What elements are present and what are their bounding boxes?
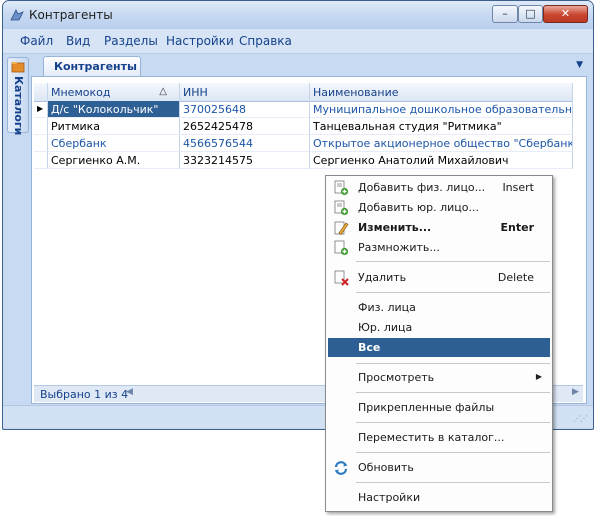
catalogs-label: Каталоги (12, 76, 25, 136)
menu-bar: Файл Вид Разделы Настройки Справка (3, 29, 593, 54)
menu-item-settings[interactable]: Настройки (328, 488, 550, 507)
menu-item-label: Физ. лица (358, 301, 416, 314)
row-indicator-cell (34, 152, 48, 169)
header-indicator-cell (34, 83, 48, 101)
menu-item-label: Юр. лица (358, 321, 413, 334)
menu-separator (356, 422, 550, 423)
menu-item-label: Добавить юр. лицо... (358, 201, 479, 214)
menu-item-edit[interactable]: Изменить... Enter (328, 218, 550, 237)
scroll-left-icon[interactable]: ◀ (126, 387, 133, 397)
duplicate-icon (334, 240, 349, 256)
app-icon (10, 9, 24, 21)
menu-item-label: Просмотреть (358, 371, 435, 384)
cell-mnemocode[interactable]: Ритмика (48, 118, 180, 135)
menu-item-label: Добавить физ. лицо... (358, 181, 486, 194)
menu-item-shortcut: Insert (502, 181, 534, 194)
table-row[interactable]: Ритмика 2652425478 Танцевальная студия "… (34, 118, 573, 135)
row-indicator-cell (34, 135, 48, 152)
context-menu: Добавить физ. лицо... Insert Добавить юр… (325, 175, 553, 512)
menu-file[interactable]: Файл (20, 34, 53, 48)
cell-inn[interactable]: 3323214575 (180, 152, 310, 169)
menu-item-attached-files[interactable]: Прикрепленные файлы (328, 398, 550, 417)
menu-item-duplicate[interactable]: Размножить... (328, 238, 550, 257)
selection-count: Выбрано 1 из 4 (40, 388, 129, 401)
menu-separator (356, 292, 550, 293)
menu-separator (356, 261, 550, 262)
column-header-inn[interactable]: ИНН (180, 83, 310, 101)
table-row[interactable]: Сбербанк 4566576544 Открытое акционерное… (34, 135, 573, 152)
delete-icon (334, 270, 349, 286)
menu-separator (356, 392, 550, 393)
close-button[interactable]: ✕ (543, 5, 588, 23)
menu-item-label: Удалить (358, 271, 407, 284)
grid-header: Мнемокод △ ИНН Наименование (34, 83, 573, 102)
cell-name[interactable]: Сергиенко Анатолий Михайлович (310, 152, 573, 169)
title-bar[interactable]: Контрагенты – □ ✕ (3, 1, 593, 29)
tab-strip: Контрагенты ▼ (31, 54, 587, 76)
cell-inn[interactable]: 370025648 (180, 101, 310, 118)
tab-dropdown-icon[interactable]: ▼ (576, 60, 583, 70)
menu-sections[interactable]: Разделы (104, 34, 158, 48)
menu-separator (356, 482, 550, 483)
menu-view[interactable]: Вид (66, 34, 90, 48)
menu-item-add-company[interactable]: Добавить юр. лицо... (328, 198, 550, 217)
menu-settings[interactable]: Настройки (166, 34, 234, 48)
add-company-icon (334, 200, 349, 216)
current-row-icon: ▶ (34, 101, 48, 118)
menu-item-move-to-catalog[interactable]: Переместить в каталог... (328, 428, 550, 447)
cell-mnemocode[interactable]: Д/с "Колокольчик" (48, 101, 180, 118)
cell-inn[interactable]: 4566576544 (180, 135, 310, 152)
menu-help[interactable]: Справка (239, 34, 292, 48)
resize-grip-icon[interactable]: ⋰⋰ (573, 414, 588, 423)
window-title: Контрагенты (29, 8, 113, 22)
tab-counterparties[interactable]: Контрагенты (43, 56, 141, 76)
menu-item-legal-entities[interactable]: Юр. лица (328, 318, 550, 337)
cell-mnemocode[interactable]: Сергиенко А.М. (48, 152, 180, 169)
menu-item-all[interactable]: Все (328, 338, 550, 357)
column-header-mnemocode-label: Мнемокод (51, 86, 111, 99)
menu-item-label: Все (358, 341, 381, 354)
menu-item-label: Прикрепленные файлы (358, 401, 495, 414)
cell-name[interactable]: Открытое акционерное общество "Сбербанк … (310, 135, 573, 152)
cell-name[interactable]: Муниципальное дошкольное образовательное… (310, 101, 573, 118)
edit-pencil-icon (334, 221, 349, 235)
menu-item-label: Размножить... (358, 241, 440, 254)
menu-item-refresh[interactable]: Обновить (328, 458, 550, 477)
menu-item-individuals[interactable]: Физ. лица (328, 298, 550, 317)
sort-ascending-icon: △ (159, 86, 167, 97)
column-header-name[interactable]: Наименование (310, 83, 573, 101)
submenu-arrow-icon: ▶ (535, 372, 542, 381)
column-header-mnemocode[interactable]: Мнемокод △ (48, 83, 180, 101)
menu-item-label: Переместить в каталог... (358, 431, 505, 444)
table-row[interactable]: Сергиенко А.М. 3323214575 Сергиенко Анат… (34, 152, 573, 169)
menu-separator (356, 452, 550, 453)
menu-item-delete[interactable]: Удалить Delete (328, 268, 550, 287)
cell-inn[interactable]: 2652425478 (180, 118, 310, 135)
add-person-icon (334, 180, 349, 196)
menu-item-label: Изменить... (358, 221, 432, 234)
minimize-button[interactable]: – (492, 5, 518, 23)
menu-item-shortcut: Delete (497, 271, 534, 284)
menu-item-shortcut: Enter (500, 221, 535, 234)
cell-name[interactable]: Танцевальная студия "Ритмика" (310, 118, 573, 135)
refresh-icon (334, 461, 348, 475)
menu-item-view[interactable]: Просмотреть ▶ (328, 368, 550, 387)
catalogs-panel-tab[interactable]: Каталоги (7, 57, 29, 136)
menu-item-label: Обновить (358, 461, 414, 474)
scroll-right-icon[interactable]: ▶ (572, 387, 579, 397)
menu-item-label: Настройки (358, 491, 421, 504)
table-row[interactable]: ▶ Д/с "Колокольчик" 370025648 Муниципаль… (34, 101, 573, 118)
cell-mnemocode[interactable]: Сбербанк (48, 135, 180, 152)
menu-item-add-person[interactable]: Добавить физ. лицо... Insert (328, 178, 550, 197)
menu-separator (356, 363, 550, 364)
catalog-icon (11, 62, 25, 73)
row-indicator-cell (34, 118, 48, 135)
maximize-button[interactable]: □ (518, 5, 543, 23)
